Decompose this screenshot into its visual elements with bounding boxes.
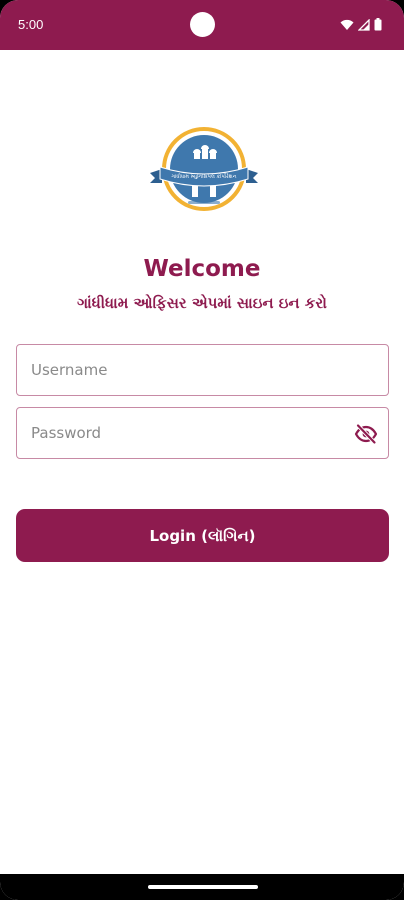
welcome-title: Welcome xyxy=(143,256,261,282)
home-indicator[interactable] xyxy=(148,885,258,889)
password-field-container xyxy=(16,407,389,459)
username-input[interactable] xyxy=(31,345,341,395)
username-field-container xyxy=(16,344,389,396)
gandhidham-municipal-seal-logo: ગાંધીધામ મ્યુનિસિપલ કોર્પોરેશન xyxy=(150,127,258,211)
signal-icon xyxy=(358,18,370,31)
camera-cutout xyxy=(190,12,215,37)
logo-banner-text: ગાંધીધામ મ્યુનિસિપલ કોર્પોરેશન xyxy=(171,173,236,180)
login-button[interactable]: Login (લૉગિન) xyxy=(16,509,389,562)
wifi-icon xyxy=(340,19,354,30)
welcome-subtitle: ગાંધીધામ ઓફિસર એપમાં સાઇન ઇન કરો xyxy=(77,294,327,312)
status-icons xyxy=(340,18,382,31)
password-input[interactable] xyxy=(31,408,341,458)
battery-icon xyxy=(374,18,382,31)
app-screen: 5:00 ગાંધીધામ મ્યુનિસિપલ કોર્પોરેશન Welc… xyxy=(0,0,404,900)
status-time: 5:00 xyxy=(18,17,44,32)
navigation-bar xyxy=(0,874,404,900)
eye-off-icon[interactable] xyxy=(354,422,378,446)
status-bar: 5:00 xyxy=(0,0,404,50)
